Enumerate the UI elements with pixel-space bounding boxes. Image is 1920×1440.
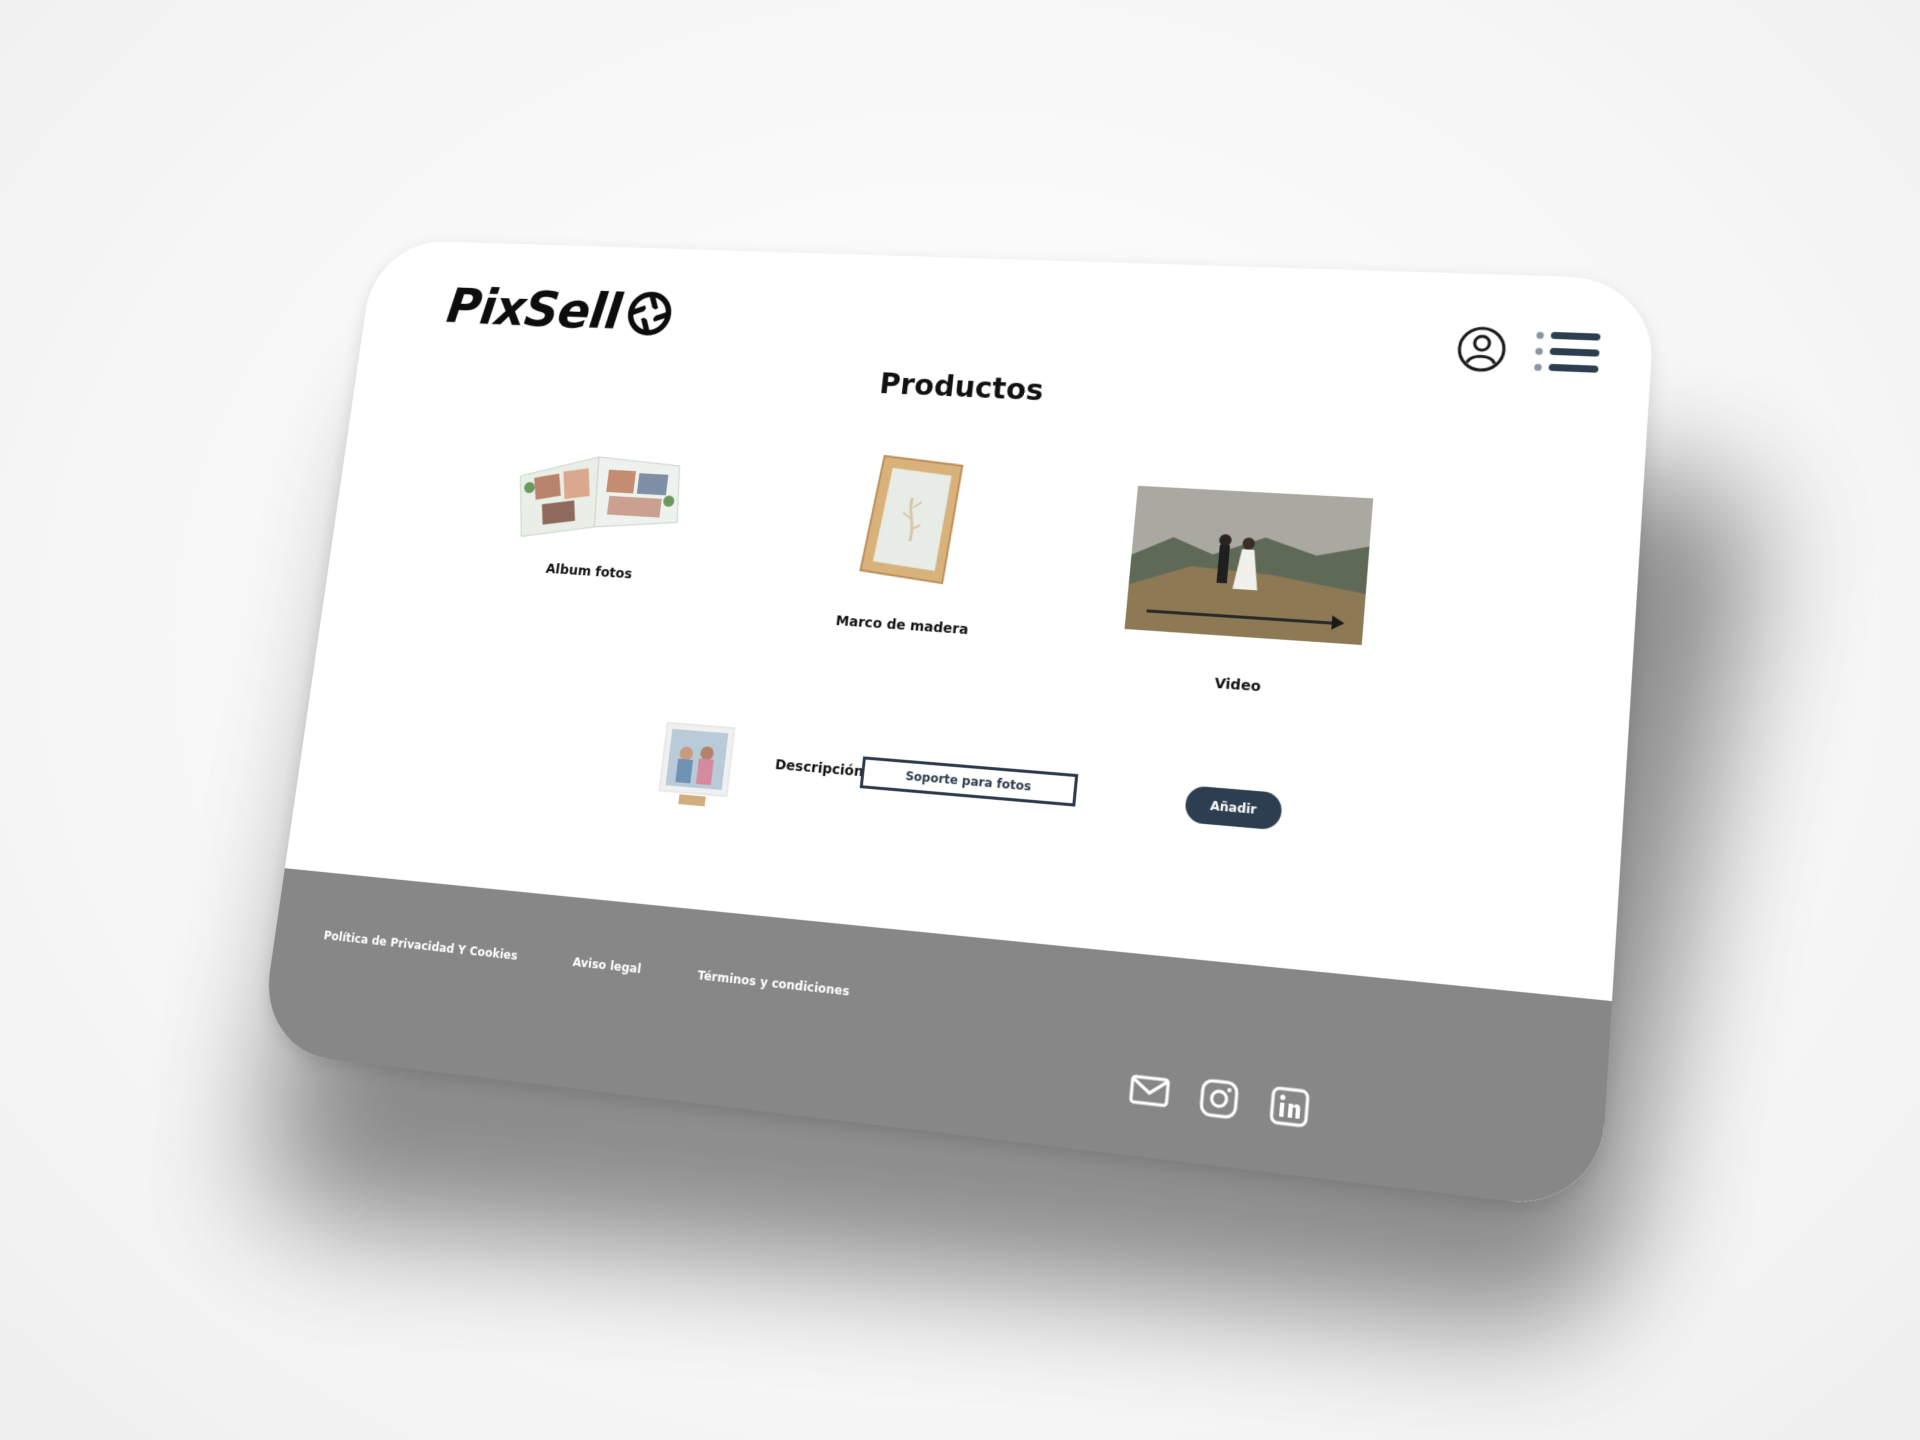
terms-link[interactable]: Términos y condiciones <box>697 968 850 998</box>
scene-background: PixSell Productos Album fotos Marco de m… <box>0 0 1920 1440</box>
product-label: Album fotos <box>544 561 633 583</box>
privacy-link[interactable]: Política de Privacidad Y Cookies <box>323 929 519 963</box>
brand-name: PixSell <box>443 277 625 341</box>
camera-aperture-icon <box>625 290 675 337</box>
mail-icon[interactable] <box>1127 1067 1173 1114</box>
add-button[interactable]: Añadir <box>1183 785 1284 831</box>
product-label: Video <box>1213 675 1262 696</box>
product-label: Marco de madera <box>835 613 970 639</box>
header-actions <box>1455 324 1603 377</box>
brand-logo[interactable]: PixSell <box>444 277 676 342</box>
product-card-album[interactable]: Album fotos <box>472 437 723 587</box>
menu-icon[interactable] <box>1533 329 1603 376</box>
linkedin-icon[interactable] <box>1266 1083 1313 1131</box>
user-icon[interactable] <box>1455 324 1509 374</box>
product-card-video[interactable]: Video <box>1104 485 1389 704</box>
tablet-screen: PixSell Productos Album fotos Marco de m… <box>258 239 1657 1212</box>
wooden-frame-image <box>853 447 973 588</box>
legal-notice-link[interactable]: Aviso legal <box>572 955 642 976</box>
photo-stand-image <box>652 718 741 807</box>
wedding-video-image <box>1124 485 1374 646</box>
instagram-icon[interactable] <box>1196 1075 1242 1123</box>
footer-links: Política de Privacidad Y Cookies Aviso l… <box>323 929 850 999</box>
description-input[interactable] <box>859 756 1079 807</box>
social-links <box>1127 1067 1313 1131</box>
product-card-frame[interactable]: Marco de madera <box>777 444 1046 642</box>
description-label: Descripción: <box>774 757 870 781</box>
photo-album-image <box>503 439 696 551</box>
